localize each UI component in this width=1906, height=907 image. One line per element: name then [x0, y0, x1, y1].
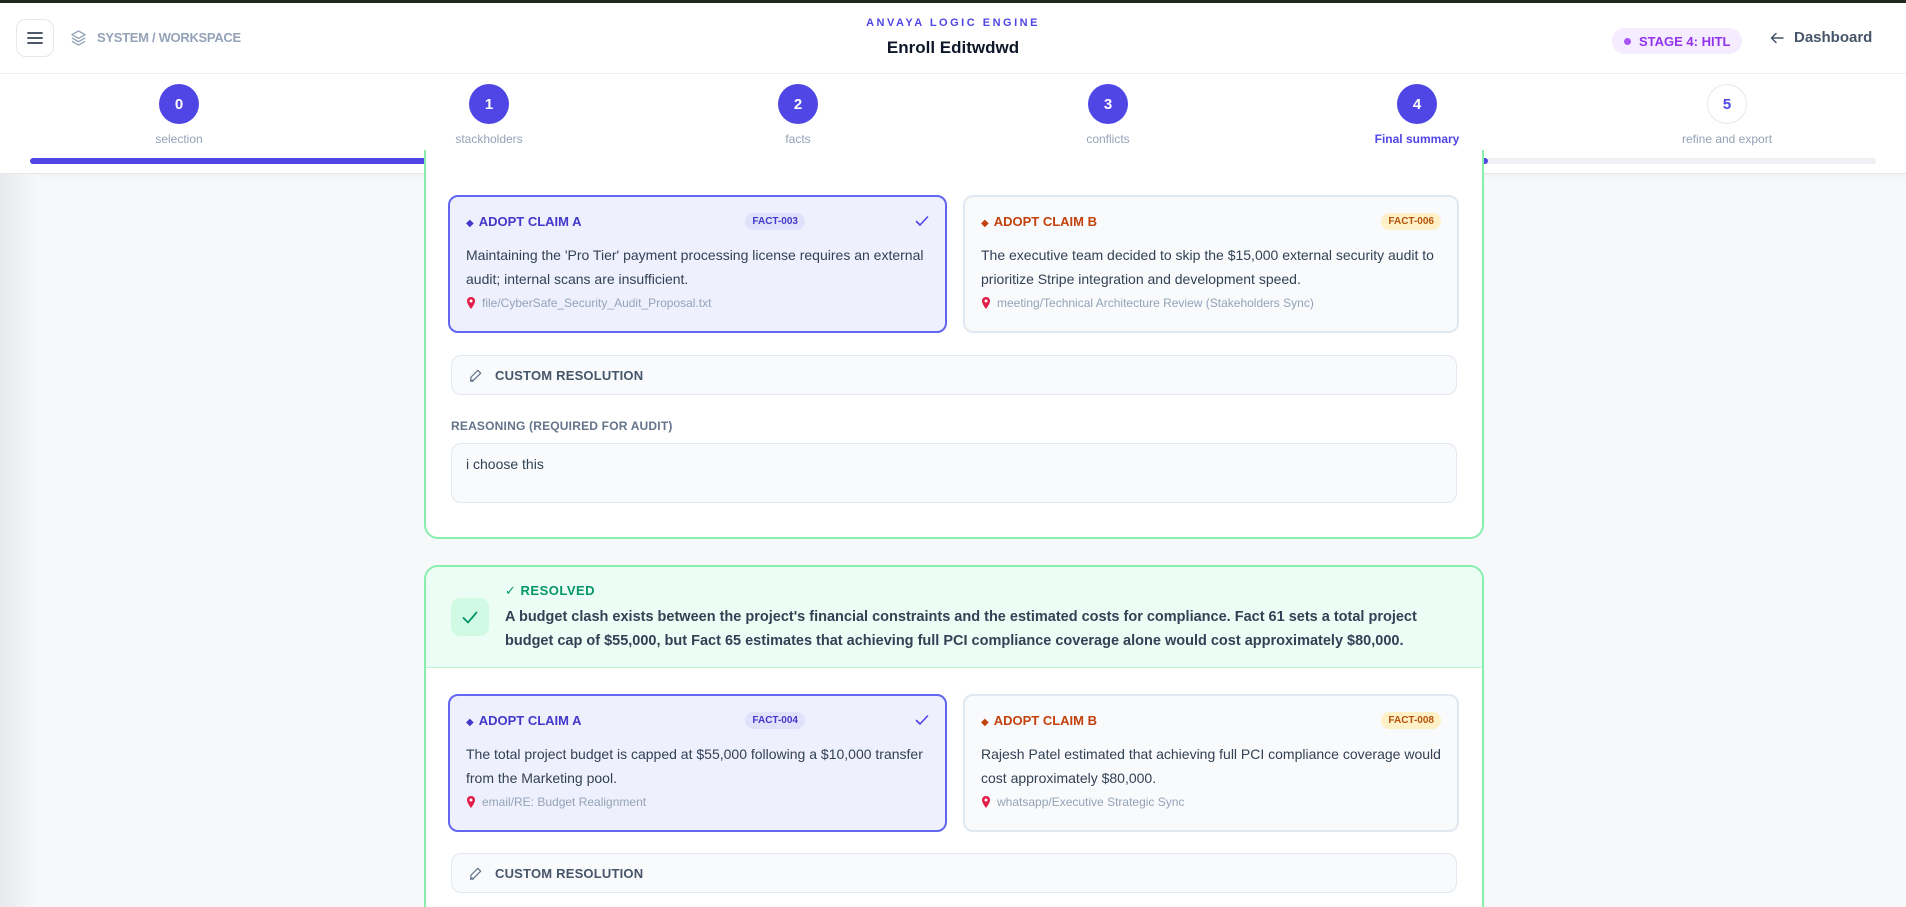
- pencil-icon: [469, 369, 482, 382]
- claim-a-label: ADOPT CLAIM A: [478, 213, 582, 229]
- claim-a-option[interactable]: ◆ ADOPT CLAIM A FACT-003 Maintaining the …: [448, 195, 947, 333]
- stage-dot-icon: [1624, 37, 1631, 45]
- pin-icon: [467, 297, 475, 309]
- diamond-icon: ◆: [466, 217, 474, 229]
- breadcrumb-text: SYSTEM / WORKSPACE: [97, 30, 241, 45]
- resolved-banner: ✓ RESOLVED A budget clash exists between…: [426, 567, 1482, 668]
- conflict-card: ◆ ADOPT CLAIM A FACT-003 Maintaining the …: [424, 150, 1484, 539]
- claim-source-text: file/CyberSafe_Security_Audit_Proposal.t…: [482, 296, 712, 310]
- fact-badge: FACT-008: [1381, 711, 1441, 729]
- claim-text: The total project budget is capped at $5…: [466, 746, 923, 786]
- claim-a-option[interactable]: ◆ ADOPT CLAIM A FACT-004 The total projec…: [448, 694, 947, 832]
- reasoning-input[interactable]: i choose this: [451, 443, 1457, 503]
- claim-text: Maintaining the 'Pro Tier' payment proce…: [466, 247, 924, 287]
- custom-resolution-label: CUSTOM RESOLUTION: [495, 367, 644, 383]
- custom-resolution-label: CUSTOM RESOLUTION: [495, 865, 644, 881]
- step-label: stackholders: [455, 132, 523, 146]
- dashboard-link[interactable]: Dashboard: [1770, 29, 1872, 46]
- stage-badge-label: STAGE 4: HITL: [1639, 33, 1731, 49]
- claim-source: email/RE: Budget Realignment: [466, 795, 929, 809]
- dashboard-label: Dashboard: [1794, 29, 1873, 46]
- claim-b-option[interactable]: ◆ ADOPT CLAIM B FACT-008 Rajesh Patel est…: [963, 694, 1459, 832]
- breadcrumb[interactable]: SYSTEM / WORKSPACE: [70, 29, 241, 46]
- left-panel-shade: [0, 174, 40, 907]
- diamond-icon: ◆: [981, 217, 989, 229]
- claim-source-text: email/RE: Budget Realignment: [482, 795, 647, 809]
- pin-icon: [467, 796, 475, 808]
- step-selection[interactable]: 0 selection: [99, 84, 259, 146]
- resolved-check-icon: [451, 598, 489, 636]
- step-label: refine and export: [1681, 132, 1773, 146]
- step-refine-and-export[interactable]: 5 refine and export: [1647, 84, 1807, 146]
- custom-resolution-button[interactable]: CUSTOM RESOLUTION: [451, 853, 1457, 893]
- step-stackholders[interactable]: 1 stackholders: [409, 84, 569, 146]
- step-number: 1: [469, 84, 509, 124]
- claim-source: meeting/Technical Architecture Review (S…: [981, 296, 1441, 310]
- conflict-card: ✓ RESOLVED A budget clash exists between…: [424, 565, 1484, 907]
- diamond-icon: ◆: [466, 716, 474, 728]
- fact-badge: FACT-003: [745, 212, 805, 230]
- brand-name: ANVAYA LOGIC ENGINE: [866, 17, 1040, 29]
- claim-a-label: ADOPT CLAIM A: [478, 712, 582, 728]
- step-conflicts[interactable]: 3 conflicts: [1028, 84, 1188, 146]
- pin-icon: [982, 796, 990, 808]
- diamond-icon: ◆: [981, 716, 989, 728]
- claim-a-label-wrap: ◆ ADOPT CLAIM A: [466, 713, 582, 728]
- arrow-left-icon: [1770, 32, 1784, 43]
- claim-b-label-wrap: ◆ ADOPT CLAIM B: [981, 214, 1097, 229]
- hamburger-icon: [27, 32, 43, 44]
- step-label: facts: [785, 132, 811, 146]
- claim-source: file/CyberSafe_Security_Audit_Proposal.t…: [466, 296, 929, 310]
- step-label: Final summary: [1374, 132, 1460, 146]
- claim-source: whatsapp/Executive Strategic Sync: [981, 795, 1441, 809]
- step-number: 5: [1707, 84, 1747, 124]
- step-facts[interactable]: 2 facts: [718, 84, 878, 146]
- step-number: 4: [1397, 84, 1437, 124]
- step-label: selection: [155, 132, 203, 146]
- step-label: conflicts: [1086, 132, 1130, 146]
- check-icon: [915, 216, 929, 226]
- claim-a-label-wrap: ◆ ADOPT CLAIM A: [466, 214, 582, 229]
- step-number: 0: [159, 84, 199, 124]
- page-title: Enroll Editwdwd: [886, 38, 1020, 57]
- step-final-summary[interactable]: 4 Final summary: [1337, 84, 1497, 146]
- claim-b-option[interactable]: ◆ ADOPT CLAIM B FACT-006 The executive te…: [963, 195, 1459, 333]
- claim-text: Rajesh Patel estimated that achieving fu…: [981, 746, 1441, 786]
- pin-icon: [982, 297, 990, 309]
- menu-button[interactable]: [16, 19, 54, 57]
- claim-text: The executive team decided to skip the $…: [981, 247, 1434, 287]
- fact-badge: FACT-006: [1381, 212, 1441, 230]
- resolved-status: ✓ RESOLVED: [505, 583, 596, 598]
- custom-resolution-button[interactable]: CUSTOM RESOLUTION: [451, 355, 1457, 395]
- layers-icon: [71, 30, 86, 46]
- fact-badge: FACT-004: [745, 711, 805, 729]
- claim-b-label: ADOPT CLAIM B: [993, 213, 1097, 229]
- reasoning-label: REASONING (REQUIRED FOR AUDIT): [451, 419, 673, 433]
- step-number: 2: [778, 84, 818, 124]
- claim-source-text: meeting/Technical Architecture Review (S…: [997, 296, 1314, 310]
- stage-badge: STAGE 4: HITL: [1612, 28, 1743, 54]
- step-number: 3: [1088, 84, 1128, 124]
- claim-b-label-wrap: ◆ ADOPT CLAIM B: [981, 713, 1097, 728]
- conflict-description: A budget clash exists between the projec…: [505, 609, 1417, 649]
- app-header: SYSTEM / WORKSPACE ANVAYA LOGIC ENGINE E…: [0, 3, 1906, 74]
- pencil-icon: [469, 867, 482, 880]
- claim-source-text: whatsapp/Executive Strategic Sync: [997, 795, 1185, 809]
- claim-b-label: ADOPT CLAIM B: [993, 712, 1097, 728]
- check-icon: [915, 715, 929, 725]
